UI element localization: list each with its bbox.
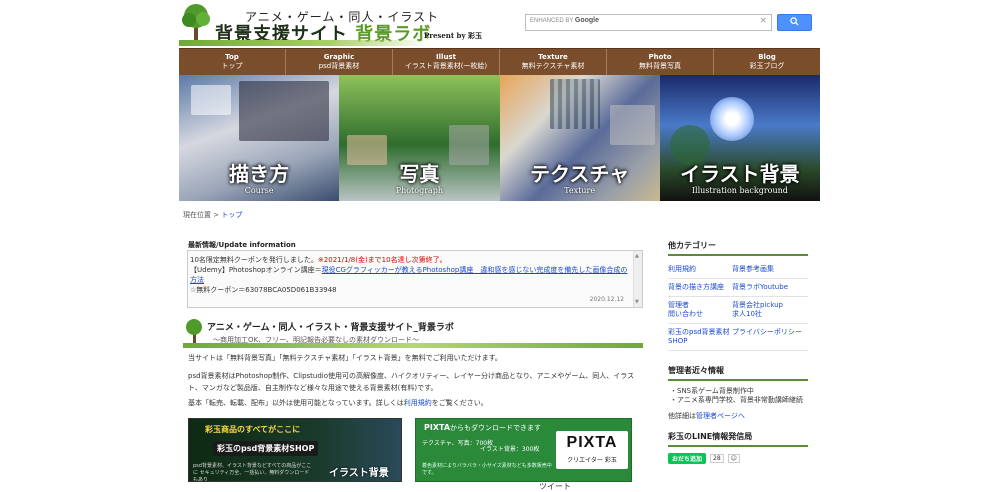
cat-artbook[interactable]: 背景参考画集 (732, 261, 808, 279)
news-line: ☆無料クーポン＝63078BCA05D061B33948 (190, 286, 337, 294)
nav-graphic[interactable]: Graphic psd背景素材 (286, 49, 393, 75)
intro-paragraph: psd背景素材はPhotoshop制作、Clipstudio使用可の高解像度、ハ… (188, 372, 635, 392)
clear-icon[interactable]: × (759, 16, 767, 26)
share-icon[interactable]: ☺ (727, 454, 740, 463)
search-placeholder: ENHANCED BY Google (530, 17, 600, 24)
line-widget: おだち追加 28 ☺ (668, 453, 808, 464)
nav-illust[interactable]: Illust イラスト背景素材(一枚絵) (393, 49, 500, 75)
cat-shop[interactable]: 彩玉のpsd背景素材SHOP (668, 324, 732, 351)
banner-texture[interactable]: テクスチャ Texture (499, 75, 660, 201)
banner-caption: 描き方 (229, 162, 290, 186)
terms-link[interactable]: 利用規約 (404, 399, 432, 407)
nav-blog[interactable]: Blog 彩玉ブログ (714, 49, 820, 75)
shop-tagline: 彩玉商品のすべてがここに (205, 425, 301, 434)
news-date: 2020.12.12 (589, 296, 624, 303)
pixta-tagline: PIXTAからもダウンロードできます (424, 423, 542, 432)
admin-news-list: ・SNS系ゲーム背景制作中 ・アニメ系専門学校、背景非常勤講師継続 (668, 387, 808, 405)
breadcrumb-top-link[interactable]: トップ (221, 211, 242, 219)
sidebar: 他カテゴリー 利用規約 背景参考画集 背景の描き方講座 背景ラボYoutube … (668, 240, 808, 464)
nav-top[interactable]: Top トップ (179, 49, 286, 75)
cat-youtube[interactable]: 背景ラボYoutube (732, 279, 808, 297)
cat-howto[interactable]: 背景の描き方講座 (668, 279, 732, 297)
shop-description: psd背景素材、イラスト背景などすべての商品がここに セキュリティ万全、一括払い… (193, 463, 312, 482)
shop-title: 彩玉のpsd背景素材SHOP (213, 441, 319, 456)
site-logo[interactable]: アニメ・ゲーム・同人・イラスト 背景支援サイト 背景ラボ Present by … (179, 2, 509, 46)
grass-decoration (179, 40, 429, 46)
category-links: 利用規約 背景参考画集 背景の描き方講座 背景ラボYoutube 管理者 問い合… (668, 261, 808, 351)
page: アニメ・ゲーム・同人・イラスト 背景支援サイト 背景ラボ Present by … (179, 0, 820, 490)
banner-photograph[interactable]: 写真 Photograph (339, 75, 500, 201)
news-line: 10名限定無料クーポンを発行しました。※2021/1/8(金)まで10名達し次第… (190, 256, 447, 264)
hero-banner: 描き方 Course 写真 Photograph テクスチャ Texture イ… (179, 75, 820, 201)
screenshot-thumb (239, 81, 329, 141)
banner-caption-en: Texture (564, 186, 596, 195)
pixta-description: 着色素材によりバラバラ・小サイズ素材なども多数販売中です。 (422, 463, 552, 476)
pixta-illust-count: イラスト背景：300枚 (480, 446, 540, 453)
psd-shop-banner[interactable]: 彩玉商品のすべてがここに 彩玉のpsd背景素材SHOP psd背景素材、イラスト… (188, 418, 402, 482)
screenshot-thumb (191, 85, 231, 115)
nav-photo[interactable]: Photo 無料背景写真 (607, 49, 714, 75)
cat-terms[interactable]: 利用規約 (668, 261, 732, 279)
line-add-button[interactable]: おだち追加 (668, 453, 707, 464)
sidebar-heading-categories: 他カテゴリー (668, 240, 808, 256)
banner-illustration[interactable]: イラスト背景 Illustration background (659, 75, 820, 201)
intro-heading: アニメ・ゲーム・同人・イラスト・背景支援サイト_背景ラボ ～商用加工OK、フリー… (183, 318, 643, 348)
sidebar-heading-line: 彩玉のLINE情報発信局 (668, 431, 808, 447)
breadcrumb: 現在位置 > トップ (183, 211, 243, 219)
pixta-banner[interactable]: PIXTAからもダウンロードできます テクスチャ、写真：700枚 イラスト背景：… (415, 418, 632, 482)
banner-caption-en: Illustration background (691, 186, 788, 195)
logo-present: Present by 彩玉 (424, 31, 482, 40)
banner-caption-en: Course (244, 186, 274, 195)
banner-caption: テクスチャ (530, 162, 630, 186)
cat-contact[interactable]: 管理者 問い合わせ (668, 297, 732, 324)
cat-jobs[interactable]: 背景会社pickup 求人10社 (732, 297, 808, 324)
cat-privacy[interactable]: プライバシーポリシー (732, 324, 808, 351)
texture-thumb (609, 105, 655, 145)
search-button[interactable] (777, 14, 812, 31)
tree-icon (186, 319, 202, 343)
grass-decoration (183, 343, 643, 348)
banner-caption: 写真 (399, 162, 440, 186)
pixta-logo: PIXTA クリエイター 彩玉 (556, 431, 628, 469)
news-box: 10名限定無料クーポンを発行しました。※2021/1/8(金)まで10名達し次第… (187, 250, 643, 308)
intro-paragraph: 基本「転売、転載、配布」以外は使用可能となっています。詳しくは利用規約をご覧くだ… (188, 399, 488, 407)
banner-caption-en: Photograph (395, 186, 444, 195)
search-icon (790, 17, 799, 26)
news-line: 【Udemy】Photoshopオンライン講座＝現役CGグラフィッカーが教えるP… (190, 266, 628, 284)
admin-news-item: ・アニメ系専門学校、背景非常勤講師継続 (670, 396, 803, 404)
texture-thumb (549, 79, 600, 129)
banner-caption: イラスト背景 (680, 162, 800, 186)
banner-course[interactable]: 描き方 Course (179, 75, 340, 201)
sidebar-heading-admin: 管理者近々情報 (668, 365, 808, 381)
admin-detail: 他詳細は管理者ページへ (668, 412, 745, 420)
admin-page-link[interactable]: 管理者ページへ (696, 412, 745, 420)
news-scrollbar[interactable] (633, 251, 642, 307)
moon-illustration (709, 97, 754, 141)
tweet-button[interactable]: ツイート (539, 481, 571, 492)
search-input[interactable]: ENHANCED BY Google × (525, 14, 772, 31)
news-heading: 最新情報/Update information (188, 241, 296, 249)
main-nav: Top トップ Graphic psd背景素材 Illust イラスト背景素材(一枚絵… (179, 48, 820, 76)
intro-paragraph: 当サイトは「無料背景写真」「無料テクスチャ素材」「イラスト背景」を無料でご利用い… (188, 354, 502, 362)
admin-news-item: ・SNS系ゲーム背景制作中 (670, 387, 754, 395)
intro-title: アニメ・ゲーム・同人・イラスト・背景支援サイト_背景ラボ (207, 323, 454, 333)
shop-caption: イラスト背景 (329, 468, 389, 479)
line-count: 28 (710, 454, 724, 463)
nav-texture[interactable]: Texture 無料テクスチャ素材 (500, 49, 607, 75)
